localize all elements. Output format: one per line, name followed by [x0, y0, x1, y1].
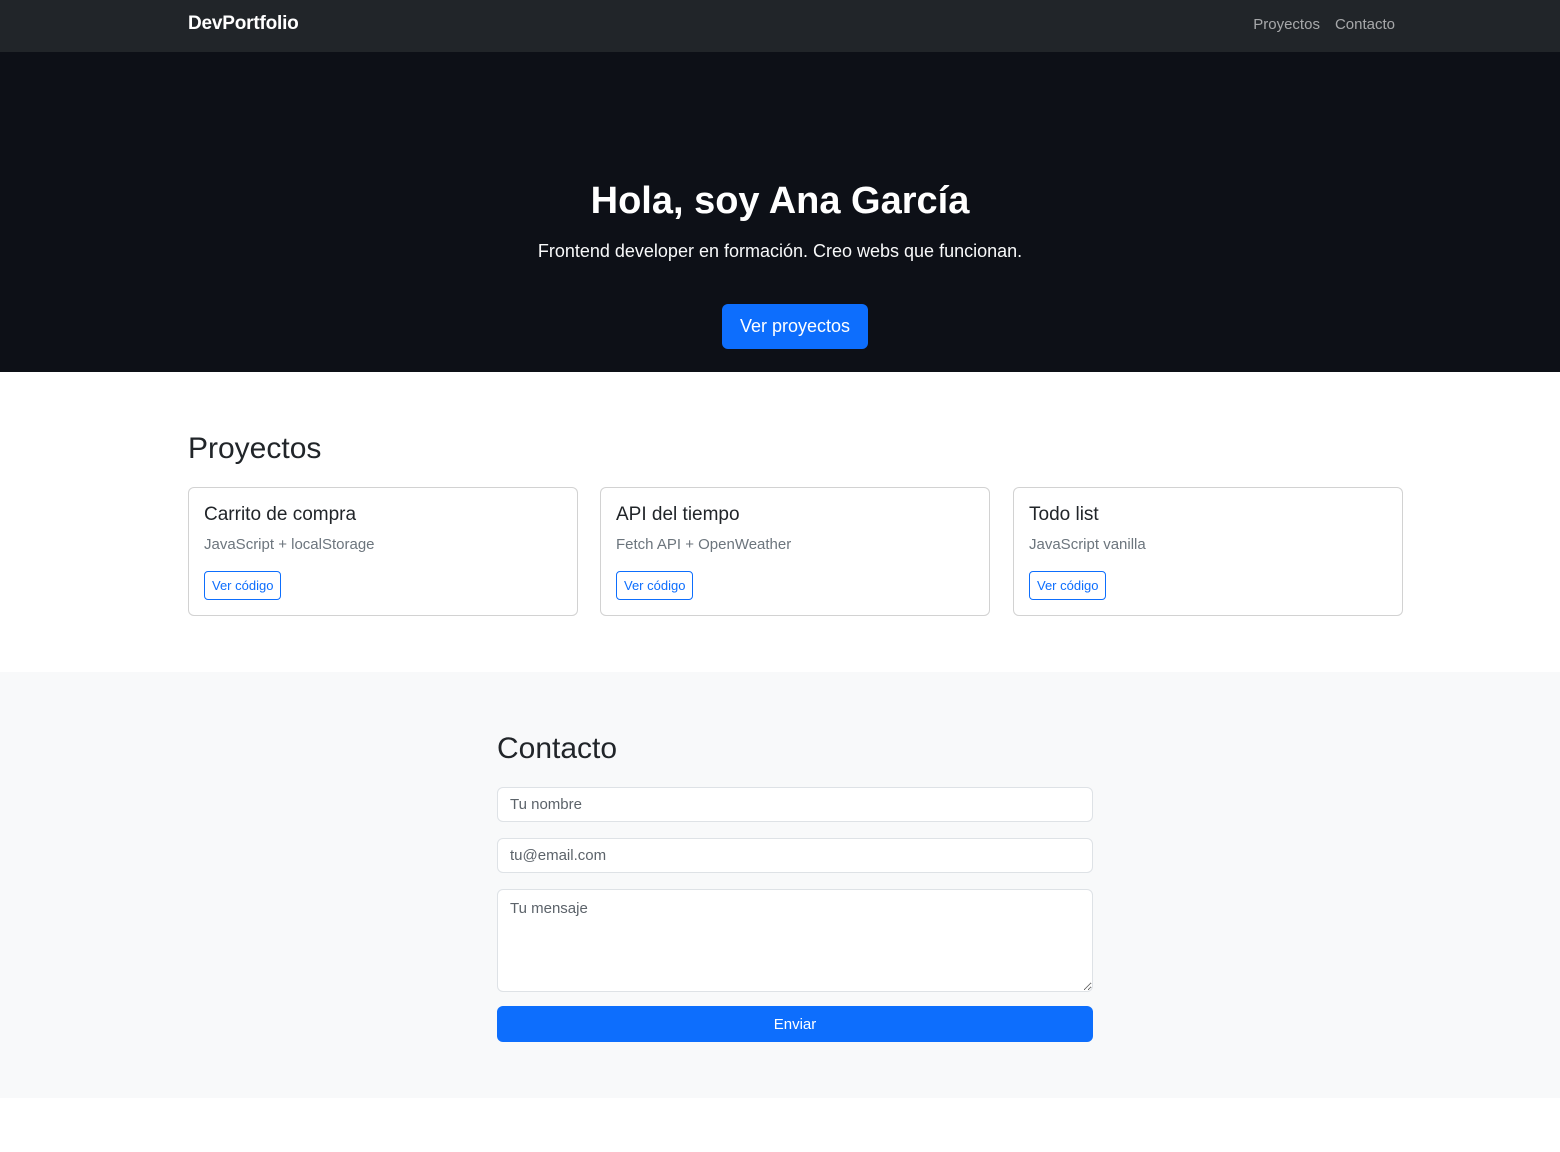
view-projects-button[interactable]: Ver proyectos [722, 304, 868, 349]
project-card-weather: API del tiempo Fetch API + OpenWeather V… [600, 487, 990, 616]
name-input[interactable] [497, 787, 1093, 822]
project-card-cart: Carrito de compra JavaScript + localStor… [188, 487, 578, 616]
card-title: Carrito de compra [204, 504, 357, 525]
view-code-button[interactable]: Ver código [1029, 571, 1107, 600]
submit-button[interactable]: Enviar [497, 1006, 1093, 1042]
contact-title: Contacto [497, 732, 618, 765]
hero-subtitle: Frontend developer en formación. Creo we… [537, 241, 1023, 261]
nav-link-proyectos[interactable]: Proyectos [1253, 16, 1320, 33]
card-text: JavaScript vanilla [1029, 536, 1146, 553]
card-title: Todo list [1029, 504, 1099, 525]
view-code-button[interactable]: Ver código [204, 571, 282, 600]
card-title: API del tiempo [616, 504, 740, 525]
view-code-button[interactable]: Ver código [616, 571, 694, 600]
projects-section: Proyectos Carrito de compra JavaScript +… [0, 372, 1560, 672]
navbar: DevPortfolio Proyectos Contacto [0, 0, 1560, 52]
page-bottom [0, 1098, 1560, 1152]
nav-links: Proyectos Contacto [1253, 16, 1395, 33]
email-input[interactable] [497, 838, 1093, 873]
message-textarea[interactable] [497, 889, 1093, 992]
projects-title: Proyectos [188, 432, 322, 465]
project-card-todo: Todo list JavaScript vanilla Ver código [1013, 487, 1403, 616]
nav-link-contacto[interactable]: Contacto [1335, 16, 1395, 33]
contact-section: Contacto Enviar [0, 672, 1560, 1098]
card-text: Fetch API + OpenWeather [616, 536, 792, 553]
card-text: JavaScript + localStorage [204, 536, 375, 553]
brand-logo[interactable]: DevPortfolio [188, 13, 299, 35]
hero-title: Hola, soy Ana García [590, 180, 970, 222]
hero-section: Hola, soy Ana García Frontend developer … [0, 52, 1560, 372]
